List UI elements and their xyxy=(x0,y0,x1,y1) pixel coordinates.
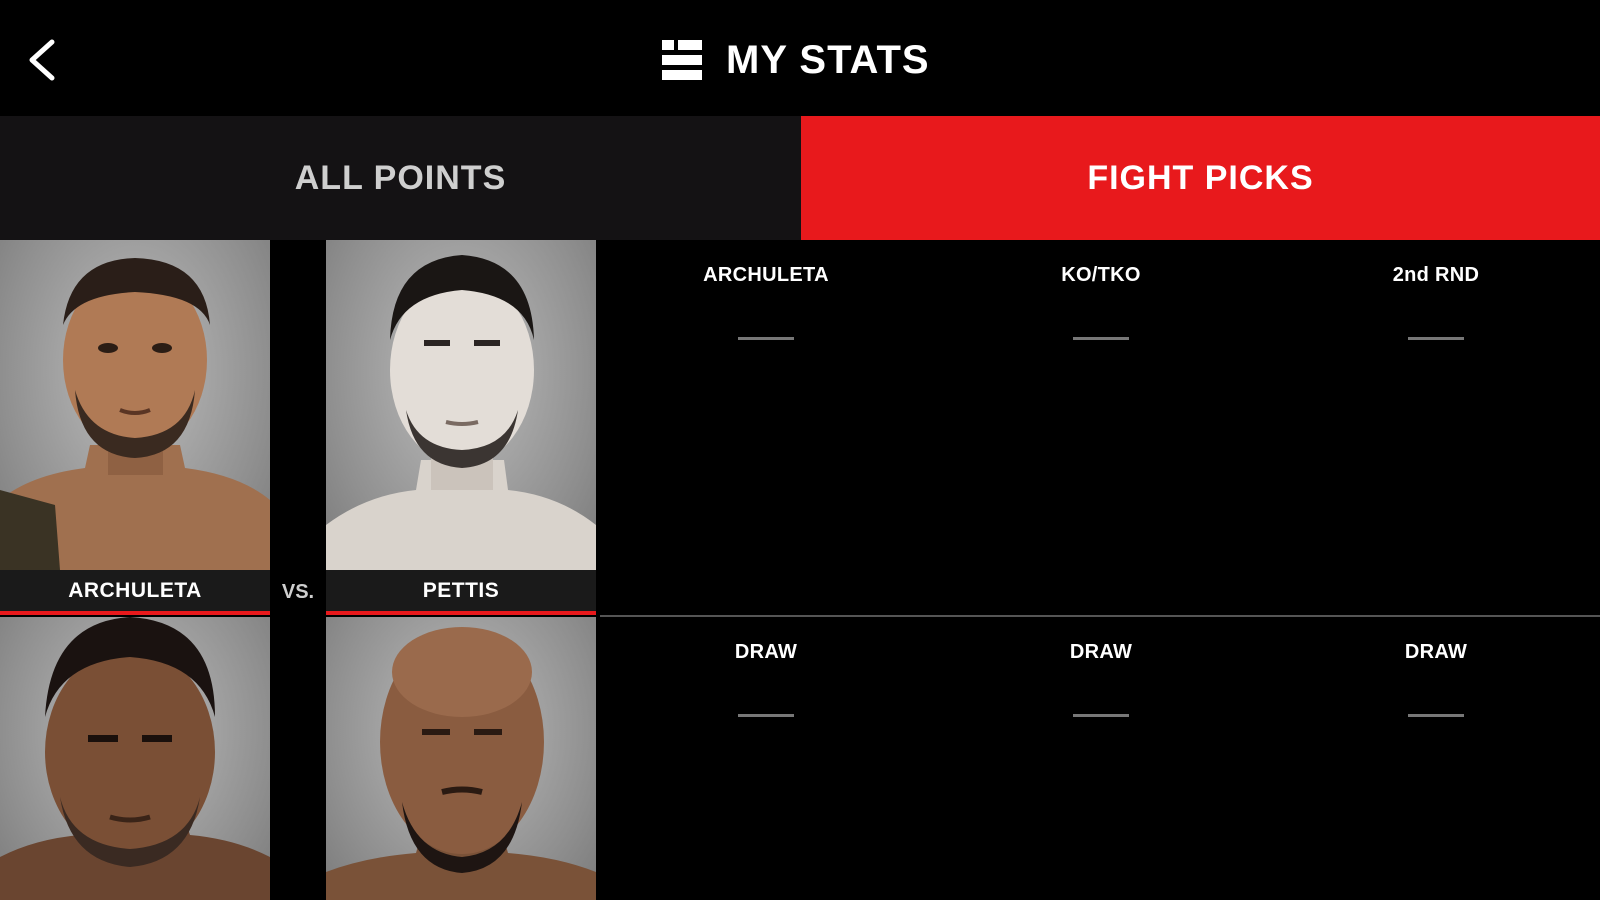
fighter-portrait xyxy=(326,255,596,570)
pick-result-placeholder xyxy=(738,337,794,340)
stats-list-icon xyxy=(662,40,702,80)
fighter-name-right[interactable]: PETTIS xyxy=(326,570,596,615)
pick-result-placeholder xyxy=(1408,337,1464,340)
fighter-name-left[interactable]: ARCHULETA xyxy=(0,570,270,615)
page-title: MY STATS xyxy=(726,37,930,82)
pick-round: DRAW xyxy=(1286,617,1586,717)
pick-round: 2nd RND xyxy=(1286,240,1586,340)
page-title-group: MY STATS xyxy=(660,30,930,90)
pick-result-placeholder xyxy=(738,714,794,717)
pick-label: DRAW xyxy=(1404,641,1468,663)
vs-label: VS. xyxy=(281,581,315,603)
pick-label: ARCHULETA xyxy=(703,264,829,286)
fighter-photo-right xyxy=(326,240,596,570)
fighter-portrait xyxy=(0,258,270,570)
fighter-portrait xyxy=(326,627,596,900)
fighter-photo-left xyxy=(0,240,270,570)
fighter-photo-left xyxy=(0,617,270,900)
pick-result-placeholder xyxy=(1073,714,1129,717)
pick-result-placeholder xyxy=(1073,337,1129,340)
pick-result-placeholder xyxy=(1408,714,1464,717)
tab-fight-picks[interactable]: FIGHT PICKS xyxy=(801,116,1600,240)
tab-all-points[interactable]: ALL POINTS xyxy=(0,116,801,240)
fighter-portrait xyxy=(0,617,270,900)
pick-label: DRAW xyxy=(1069,641,1133,663)
chevron-left-icon xyxy=(29,39,55,81)
tab-bar: ALL POINTS FIGHT PICKS xyxy=(0,116,1600,240)
fight-row: DRAW DRAW DRAW xyxy=(0,617,1600,900)
pick-winner: DRAW xyxy=(616,617,916,717)
pick-label: 2nd RND xyxy=(1392,264,1480,286)
fighter-photo-right xyxy=(326,617,596,900)
fight-row: ARCHULETA VS. PETTIS ARCHULETA KO/TKO 2n… xyxy=(0,240,1600,615)
pick-method: KO/TKO xyxy=(951,240,1251,340)
pick-winner: ARCHULETA xyxy=(616,240,916,340)
app-header: MY STATS xyxy=(0,0,1600,116)
pick-label: DRAW xyxy=(734,641,798,663)
pick-method: DRAW xyxy=(951,617,1251,717)
back-button[interactable] xyxy=(18,30,68,90)
pick-label: KO/TKO xyxy=(1061,264,1141,286)
